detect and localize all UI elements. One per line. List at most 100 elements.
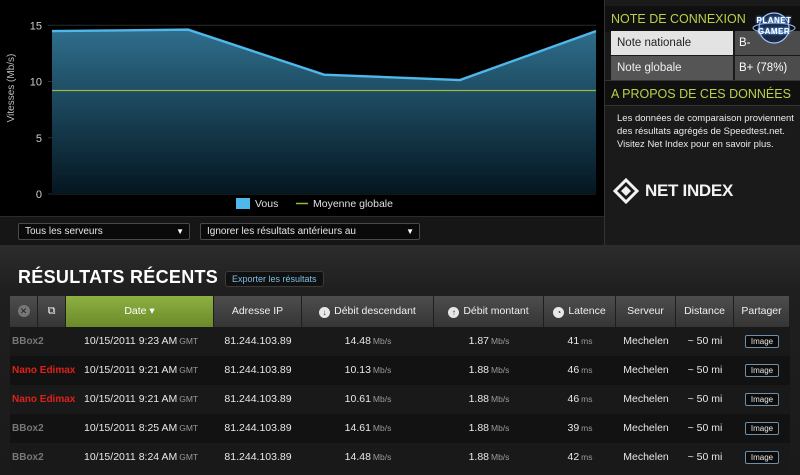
download-header-label: Débit descendant bbox=[334, 305, 416, 317]
latency-cell: 46 ms bbox=[567, 364, 593, 376]
legend-vous-swatch bbox=[236, 198, 250, 209]
ip-cell: 81.244.103.89 bbox=[224, 364, 292, 376]
download-cell: 10.13 Mb/s bbox=[344, 364, 392, 376]
server-cell: Mechelen bbox=[623, 364, 669, 376]
speed-chart: 0 5 10 15 Vous Moyenne globale Vitesses (Mb/… bbox=[6, 20, 597, 210]
test-label: BBox2 bbox=[12, 452, 44, 463]
chevron-down-icon: ▼ bbox=[176, 227, 184, 236]
share-image-button[interactable]: Image bbox=[745, 393, 779, 406]
date-cell: 10/15/2011 9:21 AM GMT bbox=[84, 393, 199, 405]
netindex-logo[interactable]: NET INDEX bbox=[613, 178, 753, 204]
upload-arrow-icon: ↑ bbox=[448, 307, 460, 318]
server-cell: Mechelen bbox=[623, 393, 669, 405]
table-row[interactable]: BBox2 10/15/2011 8:24 AM GMT 81.244.103.89 1… bbox=[10, 443, 790, 472]
chart-controls: Tous les serveurs ▼ Ignorer les résultat… bbox=[0, 216, 604, 245]
upload-cell: 1.88 Mb/s bbox=[468, 422, 510, 434]
distance-cell: ~ 50 mi bbox=[687, 422, 723, 434]
server-column-header[interactable]: Serveur bbox=[616, 296, 676, 327]
export-results-button[interactable]: Exporter les résultats bbox=[225, 271, 324, 287]
latency-cell: 41 ms bbox=[567, 335, 593, 347]
ip-cell: 81.244.103.89 bbox=[224, 451, 292, 463]
distance-cell: ~ 50 mi bbox=[687, 364, 723, 376]
share-image-button[interactable]: Image bbox=[745, 422, 779, 435]
ip-column-header[interactable]: Adresse IP bbox=[214, 296, 302, 327]
upload-cell: 1.87 Mb/s bbox=[468, 335, 510, 347]
national-grade-label: Note nationale bbox=[611, 31, 733, 55]
latency-cell: 39 ms bbox=[567, 422, 593, 434]
legend-moyenne-label: Moyenne globale bbox=[313, 198, 393, 210]
server-cell: Mechelen bbox=[623, 451, 669, 463]
ignore-dropdown-value: Ignorer les résultats antérieurs au bbox=[207, 226, 356, 237]
planet-logo-line1: PLANET bbox=[756, 16, 792, 25]
upload-column-header[interactable]: ↑ Débit montant bbox=[434, 296, 544, 327]
latency-cell: 46 ms bbox=[567, 393, 593, 405]
distance-cell: ~ 50 mi bbox=[687, 393, 723, 405]
date-cell: 10/15/2011 9:21 AM GMT bbox=[84, 364, 199, 376]
y-tick-label-5: 5 bbox=[36, 133, 42, 145]
share-image-button[interactable]: Image bbox=[745, 335, 779, 348]
y-axis-label: Vitesses (Mb/s) bbox=[6, 54, 17, 123]
latency-column-header[interactable]: ◔ Latence bbox=[544, 296, 616, 327]
ignore-results-dropdown[interactable]: Ignorer les résultats antérieurs au ▼ bbox=[200, 223, 420, 240]
download-column-header[interactable]: ↓ Débit descendant bbox=[302, 296, 434, 327]
table-row[interactable]: Nano Edimax 10/15/2011 9:21 AM GMT 81.244.1… bbox=[10, 356, 790, 385]
y-tick-label-15: 15 bbox=[30, 20, 42, 32]
planet-gamer-watermark-logo: PLANET GAMER bbox=[752, 8, 796, 48]
global-grade-value: B+ (78%) bbox=[735, 56, 800, 80]
netindex-icon bbox=[613, 178, 639, 204]
table-row[interactable]: Nano Edimax 10/15/2011 9:21 AM GMT 81.244.1… bbox=[10, 385, 790, 414]
top-area: 0 5 10 15 Vous Moyenne globale Vitesses (Mb/… bbox=[0, 0, 800, 245]
share-column-header[interactable]: Partager bbox=[734, 296, 790, 327]
share-image-button[interactable]: Image bbox=[745, 451, 779, 464]
netindex-wordmark: NET INDEX bbox=[645, 181, 733, 200]
upload-cell: 1.88 Mb/s bbox=[468, 364, 510, 376]
upload-cell: 1.88 Mb/s bbox=[468, 393, 510, 405]
recent-results-section: RÉSULTATS RÉCENTS Exporter les résultats… bbox=[0, 245, 800, 475]
latency-header-label: Latence bbox=[568, 305, 606, 317]
y-tick-label-0: 0 bbox=[36, 189, 42, 201]
download-arrow-icon: ↓ bbox=[319, 307, 331, 318]
distance-column-header[interactable]: Distance bbox=[676, 296, 734, 327]
chevron-down-icon: ▼ bbox=[406, 227, 414, 236]
date-column-header[interactable]: Date ▾ bbox=[66, 296, 214, 327]
close-icon: ✕ bbox=[17, 305, 30, 317]
servers-dropdown-value: Tous les serveurs bbox=[25, 226, 103, 237]
test-label: Nano Edimax bbox=[12, 365, 76, 376]
download-cell: 14.48 Mb/s bbox=[344, 451, 392, 463]
servers-dropdown[interactable]: Tous les serveurs ▼ bbox=[18, 223, 190, 240]
global-grade-label: Note globale bbox=[611, 56, 733, 80]
date-cell: 10/15/2011 9:23 AM GMT bbox=[84, 335, 199, 347]
download-cell: 14.61 Mb/s bbox=[344, 422, 392, 434]
ip-cell: 81.244.103.89 bbox=[224, 335, 292, 347]
date-cell: 10/15/2011 8:25 AM GMT bbox=[84, 422, 199, 434]
server-cell: Mechelen bbox=[623, 335, 669, 347]
upload-cell: 1.88 Mb/s bbox=[468, 451, 510, 463]
server-cell: Mechelen bbox=[623, 422, 669, 434]
test-label: BBox2 bbox=[12, 336, 44, 347]
download-cell: 14.48 Mb/s bbox=[344, 335, 392, 347]
about-data-text: Les données de comparaison proviennent d… bbox=[617, 113, 794, 150]
download-cell: 10.61 Mb/s bbox=[344, 393, 392, 405]
layers-icon: ⧉ bbox=[47, 305, 56, 317]
latency-gauge-icon: ◔ bbox=[553, 307, 565, 318]
test-label: Nano Edimax bbox=[12, 394, 76, 405]
y-tick-label-10: 10 bbox=[30, 77, 42, 89]
table-row[interactable]: BBox2 10/15/2011 8:25 AM GMT 81.244.103.89 1… bbox=[10, 414, 790, 443]
upload-header-label: Débit montant bbox=[463, 305, 529, 317]
share-image-button[interactable]: Image bbox=[745, 364, 779, 377]
compare-column-header[interactable]: ⧉ bbox=[38, 296, 66, 327]
latency-cell: 42 ms bbox=[567, 451, 593, 463]
speed-chart-panel: 0 5 10 15 Vous Moyenne globale Vitesses (Mb/… bbox=[0, 0, 604, 245]
recent-results-title: RÉSULTATS RÉCENTS bbox=[18, 267, 219, 287]
delete-column-header[interactable]: ✕ bbox=[10, 296, 38, 327]
table-row[interactable]: BBox2 10/15/2011 9:23 AM GMT 81.244.103.89 1… bbox=[10, 327, 790, 356]
legend-vous-label: Vous bbox=[255, 198, 278, 210]
about-data-heading: A PROPOS DE CES DONNÉES bbox=[605, 80, 800, 106]
test-label: BBox2 bbox=[12, 423, 44, 434]
series-vous-area bbox=[52, 29, 596, 195]
distance-cell: ~ 50 mi bbox=[687, 335, 723, 347]
date-cell: 10/15/2011 8:24 AM GMT bbox=[84, 451, 199, 463]
ip-cell: 81.244.103.89 bbox=[224, 422, 292, 434]
ip-cell: 81.244.103.89 bbox=[224, 393, 292, 405]
distance-cell: ~ 50 mi bbox=[687, 451, 723, 463]
